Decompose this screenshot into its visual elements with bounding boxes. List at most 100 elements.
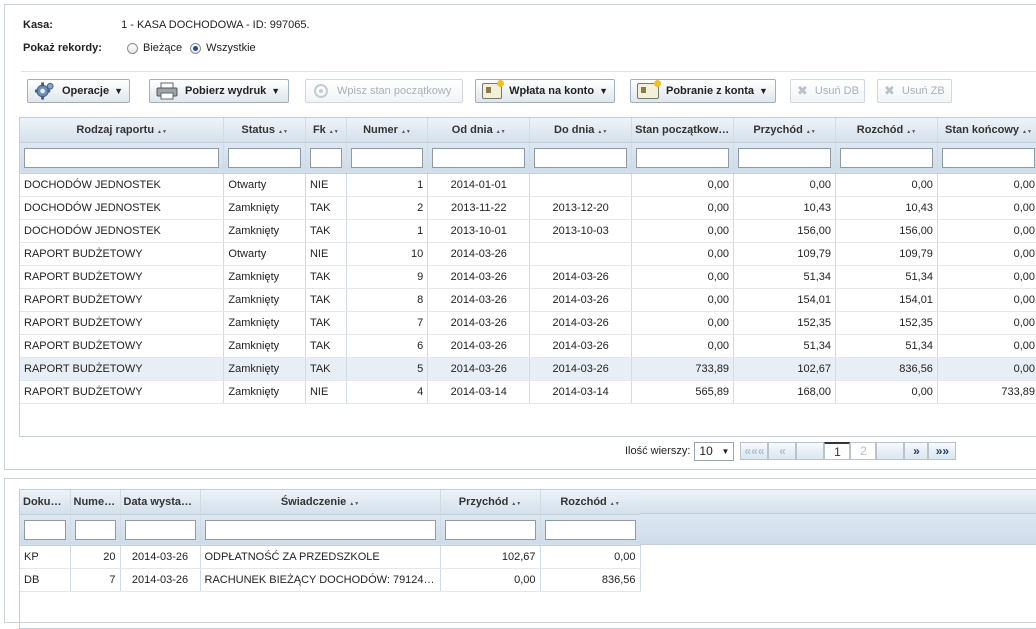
table-cell: Zamknięty — [223, 334, 306, 358]
table-cell: Zamknięty — [223, 265, 306, 289]
operacje-button[interactable]: Operacje ▼ — [27, 79, 130, 103]
reports-column-header[interactable]: Rozchód ▲▼ — [835, 118, 938, 143]
docs-filter-input[interactable] — [24, 519, 66, 540]
radio-all-icon[interactable] — [190, 42, 202, 54]
reports-filter-input[interactable] — [309, 147, 342, 168]
table-cell: 2014-03-26 — [427, 357, 531, 381]
docs-column-header[interactable]: Data wystawie▲▼ — [120, 490, 201, 515]
reports-filter-input[interactable] — [350, 147, 424, 168]
rows-per-page-select[interactable]: 10 ▼ — [694, 441, 735, 461]
pobranie-button[interactable]: Pobranie z konta ▼ — [630, 79, 776, 103]
docs-column-header[interactable]: Rozchód ▲▼ — [540, 490, 641, 515]
table-row[interactable]: DOCHODÓW JEDNOSTEK Zamknięty TAK 2 2013-11-2… — [20, 196, 1036, 220]
reports-filter-input[interactable] — [636, 147, 730, 168]
table-cell: 2014-03-26 — [427, 242, 531, 266]
reports-column-header[interactable]: Numer ▲▼ — [346, 118, 429, 143]
radio-current-icon[interactable] — [127, 42, 138, 54]
table-cell: 0,00 — [937, 357, 1036, 381]
reports-filter-input[interactable] — [534, 147, 628, 168]
next-page-button[interactable]: » — [904, 442, 929, 460]
page-2-button[interactable]: 2 — [850, 442, 877, 460]
column-header-label: Numer — [363, 123, 398, 136]
docs-filter-input[interactable] — [544, 519, 636, 540]
usun-zb-label: Usuń ZB — [901, 85, 945, 97]
reports-filter-input[interactable] — [840, 147, 933, 168]
docs-column-header[interactable]: Dokume▲▼ — [20, 490, 71, 515]
documents-filter-row — [20, 514, 641, 546]
reports-filter-cell — [733, 142, 836, 174]
table-cell: 51,34 — [835, 265, 938, 289]
table-row[interactable]: KP 20 2014-03-26 ODPŁATNOŚĆ ZA PRZEDSZKOLE 1… — [20, 545, 641, 569]
wpisz-stan-button[interactable]: Wpisz stan początkowy — [305, 79, 463, 103]
table-cell: 2014-03-26 — [529, 265, 633, 289]
table-row[interactable]: DOCHODÓW JEDNOSTEK Otwarty NIE 1 2014-01-01 0… — [20, 173, 1036, 197]
table-cell: 0,00 — [631, 288, 735, 312]
dropdown-caret-icon: ▼ — [599, 86, 608, 96]
table-row[interactable]: RAPORT BUDŻETOWY Otwarty NIE 10 2014-03-26 0,… — [20, 242, 1036, 266]
prev-page-icon: « — [779, 444, 786, 458]
table-row[interactable]: DOCHODÓW JEDNOSTEK Zamknięty TAK 1 2013-10-0… — [20, 219, 1036, 243]
table-cell: 2013-11-22 — [427, 196, 531, 220]
table-row[interactable]: DB 7 2014-03-26 RACHUNEK BIEŻĄCY DOCHODÓW: … — [20, 568, 641, 592]
column-header-label: Rodzaj raportu — [76, 123, 155, 136]
table-cell: RACHUNEK BIEŻĄCY DOCHODÓW: 7912401… — [200, 568, 441, 592]
column-header-label: Przychód — [458, 495, 509, 508]
table-cell: TAK — [305, 357, 347, 381]
reports-filter-row — [20, 142, 1036, 174]
pager-spacer — [876, 442, 905, 460]
docs-filter-input[interactable] — [444, 519, 536, 540]
docs-filter-input[interactable] — [124, 519, 196, 540]
column-header-label: Status — [241, 123, 276, 136]
reports-filter-input[interactable] — [24, 147, 220, 168]
reports-column-header[interactable]: Stan końcowy ▲▼ — [937, 118, 1036, 143]
table-cell: 156,00 — [835, 219, 938, 243]
table-cell: RAPORT BUDŻETOWY — [20, 242, 225, 266]
first-page-button[interactable]: ««« — [740, 442, 769, 460]
reports-filter-input[interactable] — [432, 147, 526, 168]
wplata-button[interactable]: Wpłata na konto ▼ — [475, 79, 615, 103]
table-row[interactable]: RAPORT BUDŻETOWY Zamknięty TAK 8 2014-03-26 2… — [20, 288, 1036, 312]
reports-filter-input[interactable] — [228, 147, 301, 168]
usun-db-button[interactable]: ✖ Usuń DB — [790, 79, 865, 103]
usun-zb-button[interactable]: ✖ Usuń ZB — [877, 79, 952, 103]
docs-filter-input[interactable] — [204, 519, 436, 540]
table-cell: RAPORT BUDŻETOWY — [20, 311, 225, 335]
reports-filter-input[interactable] — [941, 147, 1035, 168]
reports-column-header[interactable]: Status ▲▼ — [223, 118, 306, 143]
documents-panel: Dokume▲▼Numer▲▼Data wystawie▲▼Świadczeni… — [4, 478, 1036, 629]
table-row[interactable]: RAPORT BUDŻETOWY Zamknięty TAK 6 2014-03-26 2… — [20, 334, 1036, 358]
docs-column-header[interactable]: Przychód ▲▼ — [440, 490, 541, 515]
table-cell: 0,00 — [937, 334, 1036, 358]
table-row[interactable]: RAPORT BUDŻETOWY Zamknięty NIE 4 2014-03-14 2… — [20, 380, 1036, 404]
reports-filter-input[interactable] — [738, 147, 831, 168]
reports-column-header[interactable]: Stan początkowy▲▼ — [631, 118, 735, 143]
table-cell: 51,34 — [733, 334, 836, 358]
docs-column-header[interactable]: Numer▲▼ — [70, 490, 121, 515]
reports-column-header[interactable]: Rodzaj raportu ▲▼ — [20, 118, 225, 143]
radio-all[interactable]: Wszystkie — [190, 42, 256, 54]
pobierz-wydruk-button[interactable]: Pobierz wydruk ▼ — [149, 79, 289, 103]
radio-current[interactable]: Bieżące — [127, 42, 182, 54]
last-page-button[interactable]: »» — [928, 442, 957, 460]
reports-column-header[interactable]: Od dnia ▲▼ — [427, 118, 531, 143]
docs-column-header[interactable]: Świadczenie ▲▼ — [200, 490, 441, 515]
pobranie-label: Pobranie z konta — [666, 85, 755, 97]
table-row[interactable]: RAPORT BUDŻETOWY Zamknięty TAK 7 2014-03-26 2… — [20, 311, 1036, 335]
docs-filter-input[interactable] — [74, 519, 116, 540]
reports-column-header[interactable]: Fk ▲▼ — [305, 118, 347, 143]
reports-column-header[interactable]: Do dnia ▲▼ — [529, 118, 633, 143]
column-header-label: Numer — [73, 495, 109, 508]
page-1-button[interactable]: 1 — [824, 442, 851, 460]
docs-filter-cell — [120, 514, 201, 546]
sort-icon: ▲▼ — [328, 128, 339, 135]
reports-filter-cell — [20, 142, 225, 174]
wplata-label: Wpłata na konto — [509, 85, 595, 97]
table-row[interactable]: RAPORT BUDŻETOWY Zamknięty TAK 5 2014-03-26 2… — [20, 357, 1036, 381]
reports-filter-cell — [427, 142, 531, 174]
table-cell: 4 — [346, 380, 429, 404]
prev-page-button[interactable]: « — [768, 442, 797, 460]
reports-column-header[interactable]: Przychód ▲▼ — [733, 118, 836, 143]
documents-header-row: Dokume▲▼Numer▲▼Data wystawie▲▼Świadczeni… — [20, 490, 641, 515]
table-cell: DB — [20, 568, 71, 592]
table-row[interactable]: RAPORT BUDŻETOWY Zamknięty TAK 9 2014-03-26 2… — [20, 265, 1036, 289]
